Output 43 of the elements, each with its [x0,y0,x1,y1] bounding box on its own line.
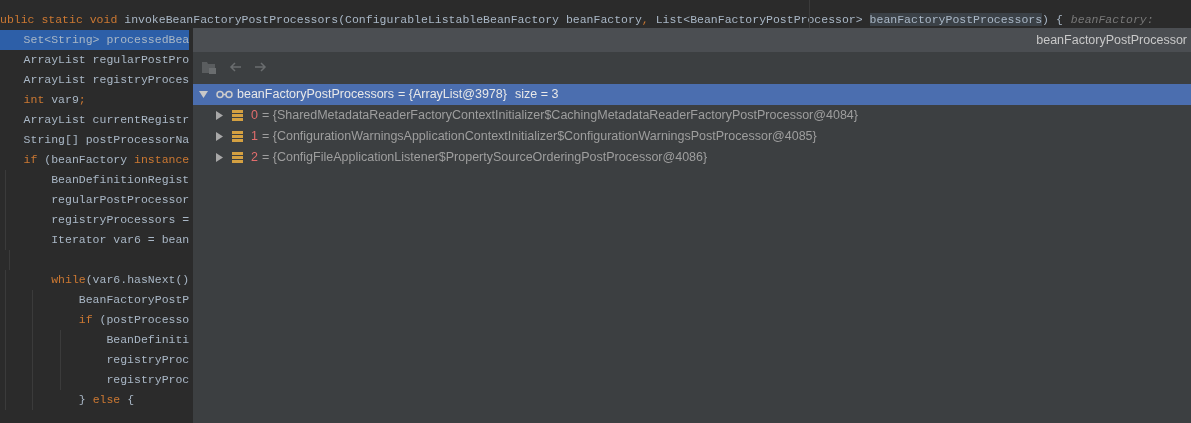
list-icon [232,131,243,142]
variable-name: 0 [251,107,258,125]
code-line: if (beanFactory instance [22,152,189,168]
size-label: size = 3 [514,86,559,104]
variable-name: 1 [251,128,258,146]
variable-name: beanFactoryPostProcessors [237,86,394,104]
code-line: int var9; [22,92,87,108]
expand-arrow-icon[interactable] [215,132,224,141]
collapse-arrow-icon[interactable] [199,90,208,99]
folder-icon[interactable] [202,60,217,74]
tree-row[interactable]: 2 = {ConfigFileApplicationListener$PropertySourceOrderingPostProcessor@4086} [193,147,1191,168]
variable-value: = {ConfigFileApplicationListener$PropertySourceOrderingPostProcessor@4086} [261,149,708,167]
expand-arrow-icon[interactable] [215,111,224,120]
variable-value: = {ConfigurationWarningsApplicationContextInitializer$ConfigurationWarningsPostProcessor@4085} [261,128,817,146]
expand-arrow-icon[interactable] [215,153,224,162]
tree-row[interactable]: 1 = {ConfigurationWarningsApplicationContextInitializer$ConfigurationWarningsPostProcessor@4085} [193,126,1191,147]
forward-arrow-icon[interactable] [254,62,267,72]
code-line: ArrayList currentRegistr [22,112,189,128]
code-line: registryProc [0,350,189,370]
variable-value: = {ArrayList@3978} [398,86,507,104]
code-line: String[] postProcessorNa [22,132,189,148]
code-line: registryProc [0,370,189,390]
code-line: ArrayList regularPostPro [22,52,189,68]
code-line: ArrayList registryProces [22,72,189,88]
code-line: ublic static void invokeBeanFactoryPostProcessors(ConfigurableListableBeanFactory beanFactory, List<BeanFactoryPostProcessor> beanFactoryPostProcessors) { beanFactory: [0,12,1155,28]
code-line: BeanFactoryPostP [0,290,189,310]
tree-row[interactable]: beanFactoryPostProcessors = {ArrayList@3978} size = 3 [193,84,1191,105]
code-line: if (postProcesso [0,310,189,330]
code-line: BeanDefinitionRegist [0,170,189,190]
code-line: registryProcessors = [0,210,189,230]
code-line: regularPostProcessor [0,190,189,210]
code-line: } else { [0,390,189,410]
list-icon [232,152,243,163]
list-icon [232,110,243,121]
variable-value: = {SharedMetadataReaderFactoryContextInitializer$CachingMetadataReaderFactoryPostProcessor@4084} [261,107,858,125]
variable-name: 2 [251,149,258,167]
code-line: Iterator var6 = bean [0,230,189,250]
glasses-icon [216,90,233,99]
tree-row[interactable]: 0 = {SharedMetadataReaderFactoryContextInitializer$CachingMetadataReaderFactoryPostProcessor@4084} [193,105,1191,126]
popup-title: beanFactoryPostProcessor [1036,31,1187,49]
code-line: BeanDefiniti [0,330,189,350]
back-arrow-icon[interactable] [229,62,242,72]
code-line: while(var6.hasNext() [0,270,189,290]
